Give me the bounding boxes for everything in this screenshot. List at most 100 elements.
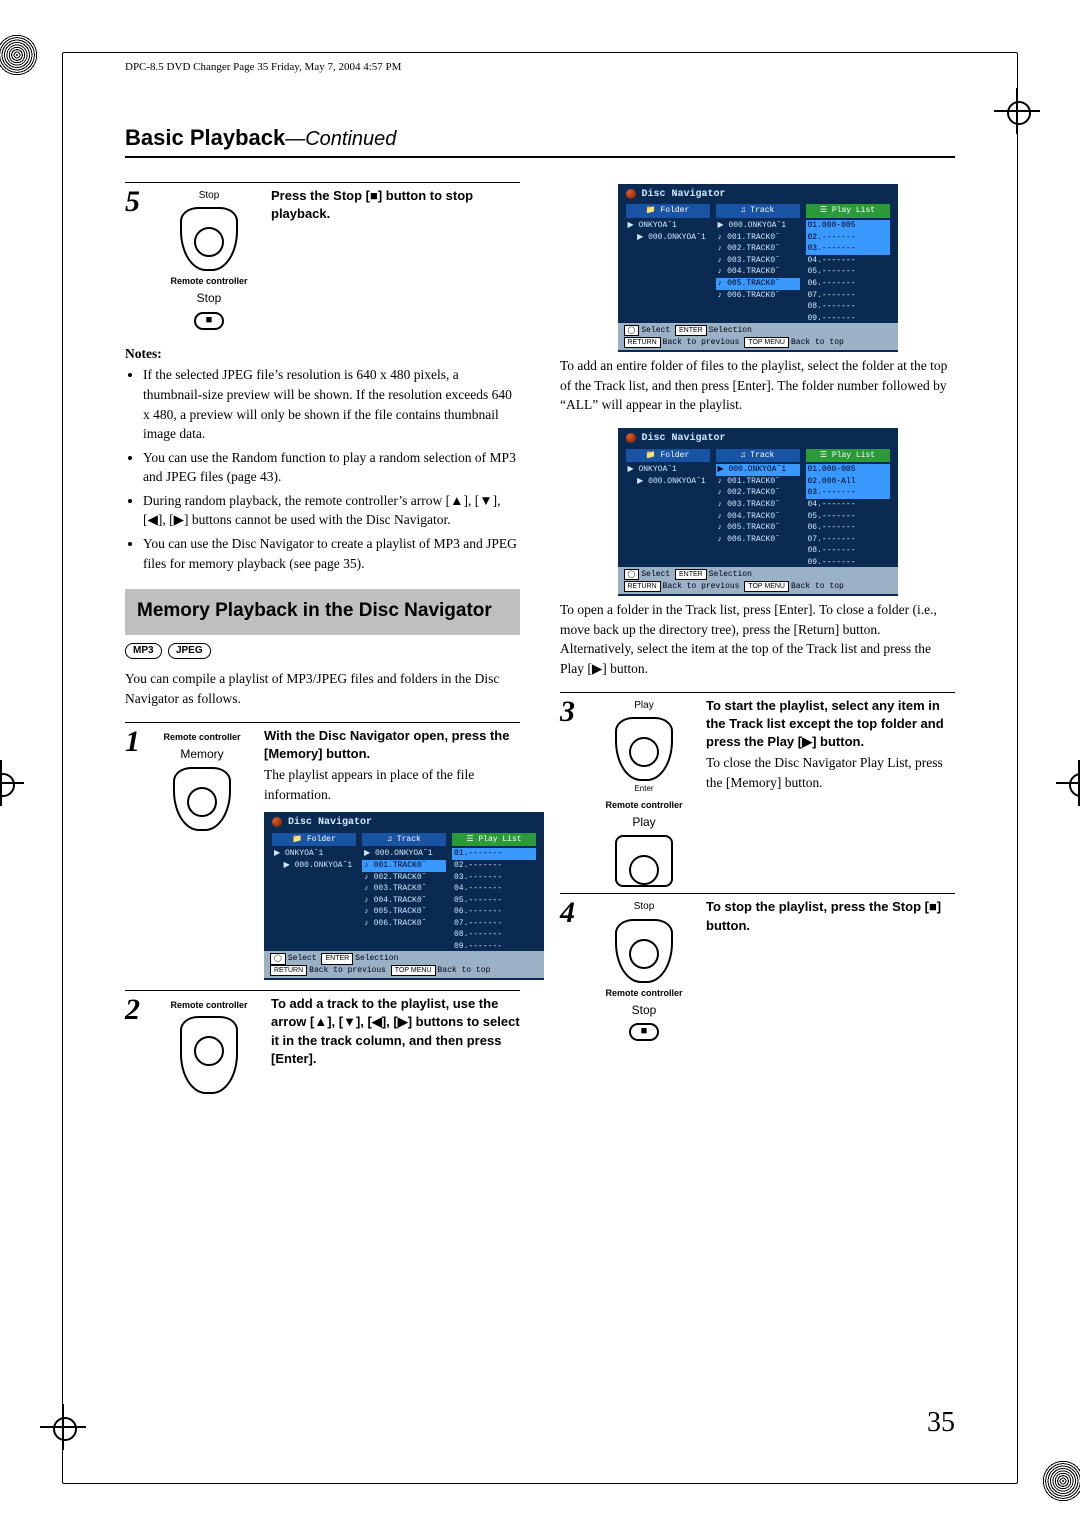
step-4-heading: To stop the playlist, press the Stop [■]… xyxy=(706,898,955,934)
disc-nav-play-row: 04.------- xyxy=(452,883,536,895)
paragraph-add-folder: To add an entire folder of files to the … xyxy=(560,356,955,415)
badge-jpeg: JPEG xyxy=(168,643,211,660)
disc-nav-track-row: ♪ 001.TRACK0ˆ xyxy=(716,232,800,244)
step-1-row: 1 Remote controller Memory With the Disc… xyxy=(125,722,520,985)
running-head: DPC-8.5 DVD Changer Page 35 Friday, May … xyxy=(125,60,985,76)
disc-nav-play-row: 06.------- xyxy=(806,278,890,290)
disc-nav-folder-row: ▶ 000.ONKYOAˆ1 xyxy=(626,232,710,244)
note-item: You can use the Disc Navigator to create… xyxy=(143,534,520,573)
section-title-continued: —Continued xyxy=(285,128,396,150)
label-remote-controller: Remote controller xyxy=(165,999,253,1012)
disc-nav-track-row: ♪ 006.TRACK0ˆ xyxy=(716,534,800,546)
disc-nav-col-folder: 📁 Folder xyxy=(272,833,356,847)
notes-heading: Notes: xyxy=(125,344,520,364)
registration-mark-tr xyxy=(994,88,1040,134)
step-number-4: 4 xyxy=(560,898,582,928)
step-3-body: To close the Disc Navigator Play List, p… xyxy=(706,753,955,792)
memory-playback-heading: Memory Playback in the Disc Navigator xyxy=(125,589,520,635)
step-2-illustration: Remote controller xyxy=(165,995,253,1094)
disc-nav-play-row: 07.------- xyxy=(452,918,536,930)
step-number-2: 2 xyxy=(125,995,147,1025)
label-stop-small: Stop xyxy=(600,900,688,915)
disc-navigator-screenshot-b: Disc Navigator 📁 Folder ▶ ONKYOAˆ1 ▶ 000… xyxy=(618,184,898,352)
disc-nav-track-row: ♪ 003.TRACK0ˆ xyxy=(716,499,800,511)
disc-nav-col-folder: 📁 Folder xyxy=(626,449,710,463)
label-memory: Memory xyxy=(158,746,246,763)
disc-nav-play-row: 03.------- xyxy=(452,872,536,884)
disc-nav-title: Disc Navigator xyxy=(288,817,372,828)
step-5-row: 5 Stop Remote controller Stop ■ Press th… xyxy=(125,182,520,330)
disc-nav-play-row: 08.------- xyxy=(806,301,890,313)
disc-nav-folder-row: ▶ ONKYOAˆ1 xyxy=(626,220,710,232)
step-1-heading: With the Disc Navigator open, press the … xyxy=(264,727,544,763)
disc-nav-play-row: 05.------- xyxy=(452,895,536,907)
disc-nav-play-row: 07.------- xyxy=(806,290,890,302)
disc-nav-track-row: ♪ 004.TRACK0ˆ xyxy=(362,895,446,907)
disc-nav-col-track: ♫ Track xyxy=(362,833,446,847)
disc-nav-play-row: 04.------- xyxy=(806,499,890,511)
disc-nav-col-folder: 📁 Folder xyxy=(626,204,710,218)
registration-mark-bl xyxy=(40,1404,86,1450)
remote-icon xyxy=(173,767,231,831)
step-5-illustration: Stop Remote controller Stop ■ xyxy=(165,187,253,330)
disc-nav-play-row: 01.------- xyxy=(452,848,536,860)
note-item: You can use the Random function to play … xyxy=(143,448,520,487)
paragraph-open-folder: To open a folder in the Track list, pres… xyxy=(560,600,955,678)
disc-nav-play-row: 02.------- xyxy=(806,232,890,244)
label-remote-controller: Remote controller xyxy=(600,799,688,812)
step-4-row: 4 Stop Remote controller Stop ■ To stop … xyxy=(560,893,955,1041)
page-number: 35 xyxy=(927,1403,955,1444)
disc-nav-play-row: 05.------- xyxy=(806,511,890,523)
remote-icon xyxy=(615,919,673,983)
disc-nav-footer: ◯Select ENTERSelection RETURNBack to pre… xyxy=(618,567,898,594)
step-3-row: 3 Play Enter Remote controller Play To s… xyxy=(560,692,955,888)
step-2-heading: To add a track to the playlist, use the … xyxy=(271,995,520,1068)
step-5-heading: Press the Stop [■] button to stop playba… xyxy=(271,187,520,223)
disc-nav-col-playlist: ☰ Play List xyxy=(452,833,536,847)
memory-intro-paragraph: You can compile a playlist of MP3/JPEG f… xyxy=(125,669,520,708)
disc-nav-track-folder-hl: ▶ 000.ONKYOAˆ1 xyxy=(716,464,800,476)
disc-nav-track-row: ♪ 002.TRACK0ˆ xyxy=(362,872,446,884)
disc-nav-track-row: ♪ 006.TRACK0ˆ xyxy=(362,918,446,930)
disc-nav-play-row: 08.------- xyxy=(452,929,536,941)
disc-nav-play-row: 02.000-All xyxy=(806,476,890,488)
disc-nav-track-row: ♪ 005.TRACK0ˆ xyxy=(362,906,446,918)
label-remote-controller: Remote controller xyxy=(600,987,688,1000)
disc-nav-col-playlist: ☰ Play List xyxy=(806,204,890,218)
label-play-small: Play xyxy=(600,699,688,714)
step-4-illustration: Stop Remote controller Stop ■ xyxy=(600,898,688,1041)
disc-nav-play-row: 03.------- xyxy=(806,487,890,499)
disc-nav-title: Disc Navigator xyxy=(642,433,726,444)
disc-nav-play-row: 06.------- xyxy=(806,522,890,534)
stop-button-icon: ■ xyxy=(629,1023,660,1041)
step-number-1: 1 xyxy=(125,727,140,757)
disc-nav-play-row: 05.------- xyxy=(806,266,890,278)
play-button-icon xyxy=(615,835,673,887)
disc-nav-footer: ◯Select ENTERSelection RETURNBack to pre… xyxy=(618,323,898,350)
note-item: If the selected JPEG file’s resolution i… xyxy=(143,365,520,443)
print-corner-br xyxy=(1042,1460,1080,1502)
step-3-heading: To start the playlist, select any item i… xyxy=(706,697,955,752)
registration-mark-ml xyxy=(0,760,24,806)
disc-nav-track-row: ♪ 004.TRACK0ˆ xyxy=(716,266,800,278)
disc-nav-track-row: ♪ 004.TRACK0ˆ xyxy=(716,511,800,523)
step-1-illustration: Remote controller Memory xyxy=(158,727,246,831)
label-play: Play xyxy=(600,814,688,831)
disc-nav-play-row: 08.------- xyxy=(806,545,890,557)
note-item: During random playback, the remote contr… xyxy=(143,491,520,530)
disc-nav-track-row: ♪ 003.TRACK0ˆ xyxy=(716,255,800,267)
label-stop: Stop xyxy=(600,1002,688,1019)
disc-nav-play-row: 06.------- xyxy=(452,906,536,918)
disc-nav-footer: ◯Select ENTERSelection RETURNBack to pre… xyxy=(264,951,544,978)
label-enter-small: Enter xyxy=(600,783,688,795)
disc-nav-track-row-hl: ♪ 005.TRACK0ˆ xyxy=(716,278,800,290)
disc-nav-play-row: 07.------- xyxy=(806,534,890,546)
disc-nav-track-row: ♪ 002.TRACK0ˆ xyxy=(716,487,800,499)
disc-nav-play-row: 03.------- xyxy=(806,243,890,255)
disc-nav-track-row: ♪ 002.TRACK0ˆ xyxy=(716,243,800,255)
disc-nav-folder-row: ▶ 000.ONKYOAˆ1 xyxy=(272,860,356,872)
disc-nav-col-track: ♫ Track xyxy=(716,204,800,218)
disc-nav-folder-row: ▶ ONKYOAˆ1 xyxy=(272,848,356,860)
disc-nav-folder-row: ▶ 000.ONKYOAˆ1 xyxy=(626,476,710,488)
disc-nav-track-row: ♪ 003.TRACK0ˆ xyxy=(362,883,446,895)
